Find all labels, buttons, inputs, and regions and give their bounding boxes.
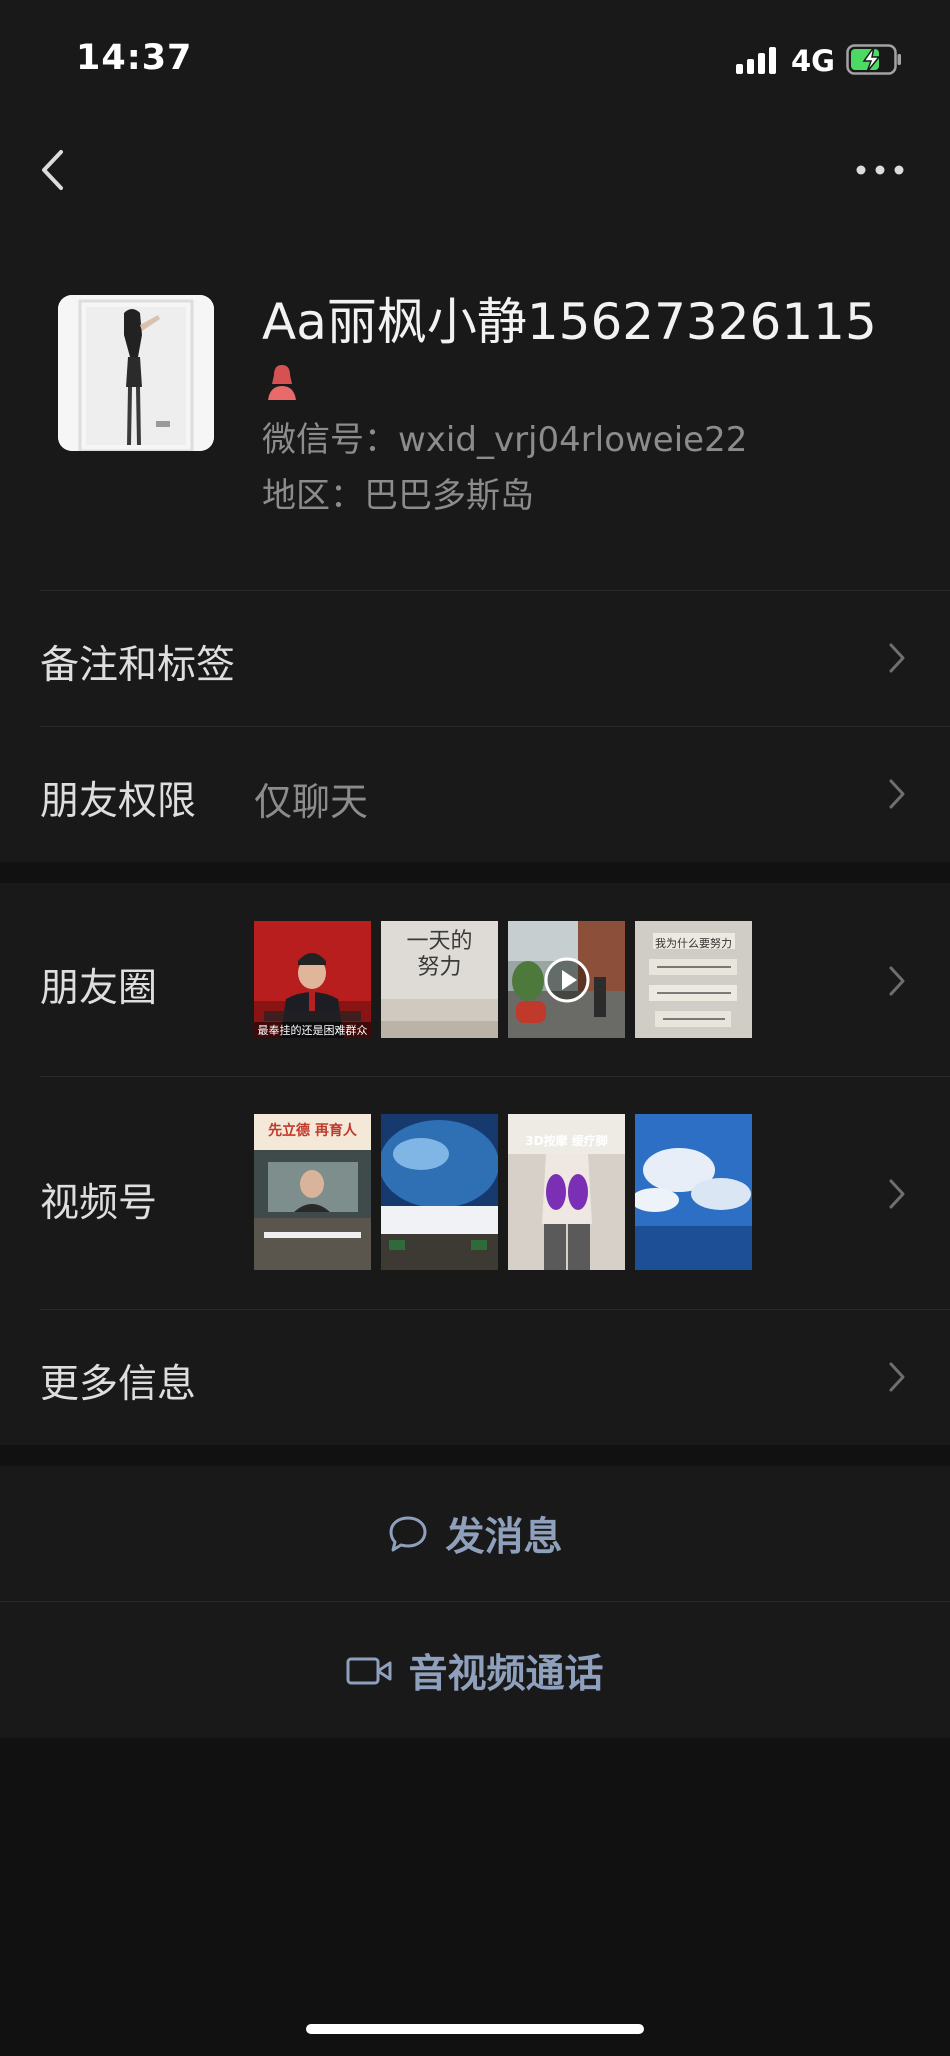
- friend-permission-label: 朋友权限: [40, 779, 197, 824]
- thumbnail-caption: 我为什么要努力: [655, 937, 732, 950]
- thumbnail-caption: 一天的努力: [406, 929, 473, 980]
- send-message-button[interactable]: 发消息: [0, 1466, 950, 1601]
- region: 地区：巴巴多斯岛: [262, 476, 534, 516]
- channels-thumbnail: [381, 1114, 498, 1270]
- chevron-right-icon: [889, 1179, 905, 1209]
- female-icon: [268, 365, 296, 400]
- more-options-icon[interactable]: [850, 150, 910, 190]
- chevron-right-icon: [889, 643, 905, 673]
- home-indicator[interactable]: [306, 2024, 644, 2034]
- status-bar: 14:37 4G: [0, 0, 950, 120]
- chevron-right-icon: [889, 966, 905, 996]
- back-arrow-icon[interactable]: [34, 140, 74, 200]
- wechat-id: 微信号：wxid_vrj04rloweie22: [262, 420, 748, 460]
- moments-thumbnail: [508, 921, 625, 1038]
- content-group: 朋友圈 最奉挂的还是困难群众 一天的努力 我为什么要努力 视频号 先立德 再育人…: [0, 883, 950, 1445]
- video-call-button[interactable]: 音视频通话: [0, 1603, 950, 1738]
- signal-strength-icon: [736, 46, 780, 74]
- moments-thumbnail: 一天的努力: [381, 921, 498, 1038]
- channels-row[interactable]: 视频号 先立德 再育人 3D按摩 缓疗脚: [0, 1076, 950, 1309]
- battery-charging-icon: [846, 44, 901, 75]
- channels-thumbnail: 先立德 再育人: [254, 1114, 371, 1270]
- channels-label: 视频号: [40, 1181, 158, 1226]
- send-message-label: 发消息: [445, 1514, 563, 1560]
- more-info-label: 更多信息: [40, 1362, 197, 1407]
- thumbnail-caption: 3D按摩 缓疗脚: [525, 1134, 608, 1148]
- moments-thumbnail: 最奉挂的还是困难群众: [254, 921, 371, 1038]
- nav-bar: [0, 120, 950, 220]
- video-camera-icon: [346, 1657, 392, 1684]
- channels-thumbnail: [635, 1114, 752, 1270]
- profile-header: Aa丽枫小静15627326115 微信号：wxid_vrj04rloweie2…: [0, 220, 950, 590]
- divider: [0, 1601, 950, 1602]
- contact-profile-page: 14:37 4G Aa丽枫小静15627326115 微信号：wxid_vrj0…: [0, 0, 950, 2056]
- remark-tags-row[interactable]: 备注和标签: [0, 590, 950, 726]
- moments-label: 朋友圈: [40, 966, 158, 1011]
- contact-nickname: Aa丽枫小静15627326115: [262, 293, 877, 351]
- action-buttons: 发消息 音视频通话: [0, 1466, 950, 1738]
- thumbnail-caption: 最奉挂的还是困难群众: [254, 1022, 371, 1038]
- thumbnail-caption: 先立德 再育人: [268, 1123, 357, 1139]
- more-info-row[interactable]: 更多信息: [0, 1309, 950, 1445]
- play-icon: [544, 957, 590, 1003]
- moments-thumbnails: 最奉挂的还是困难群众 一天的努力 我为什么要努力: [254, 921, 752, 1038]
- channels-thumbnails: 先立德 再育人 3D按摩 缓疗脚: [254, 1114, 752, 1270]
- chevron-right-icon: [889, 1362, 905, 1392]
- friend-permission-row[interactable]: 朋友权限 仅聊天: [0, 726, 950, 862]
- moments-thumbnail: 我为什么要努力: [635, 921, 752, 1038]
- chat-bubble-icon: [389, 1516, 427, 1551]
- video-call-label: 音视频通话: [408, 1651, 604, 1697]
- remark-tags-label: 备注和标签: [40, 643, 236, 688]
- channels-thumbnail: 3D按摩 缓疗脚: [508, 1114, 625, 1270]
- friend-permission-value: 仅聊天: [254, 780, 369, 824]
- settings-group: 备注和标签 朋友权限 仅聊天: [0, 590, 950, 862]
- avatar[interactable]: [58, 295, 214, 451]
- network-type: 4G: [791, 44, 835, 78]
- moments-row[interactable]: 朋友圈 最奉挂的还是困难群众 一天的努力 我为什么要努力: [0, 883, 950, 1076]
- status-time: 14:37: [76, 38, 193, 78]
- chevron-right-icon: [889, 779, 905, 809]
